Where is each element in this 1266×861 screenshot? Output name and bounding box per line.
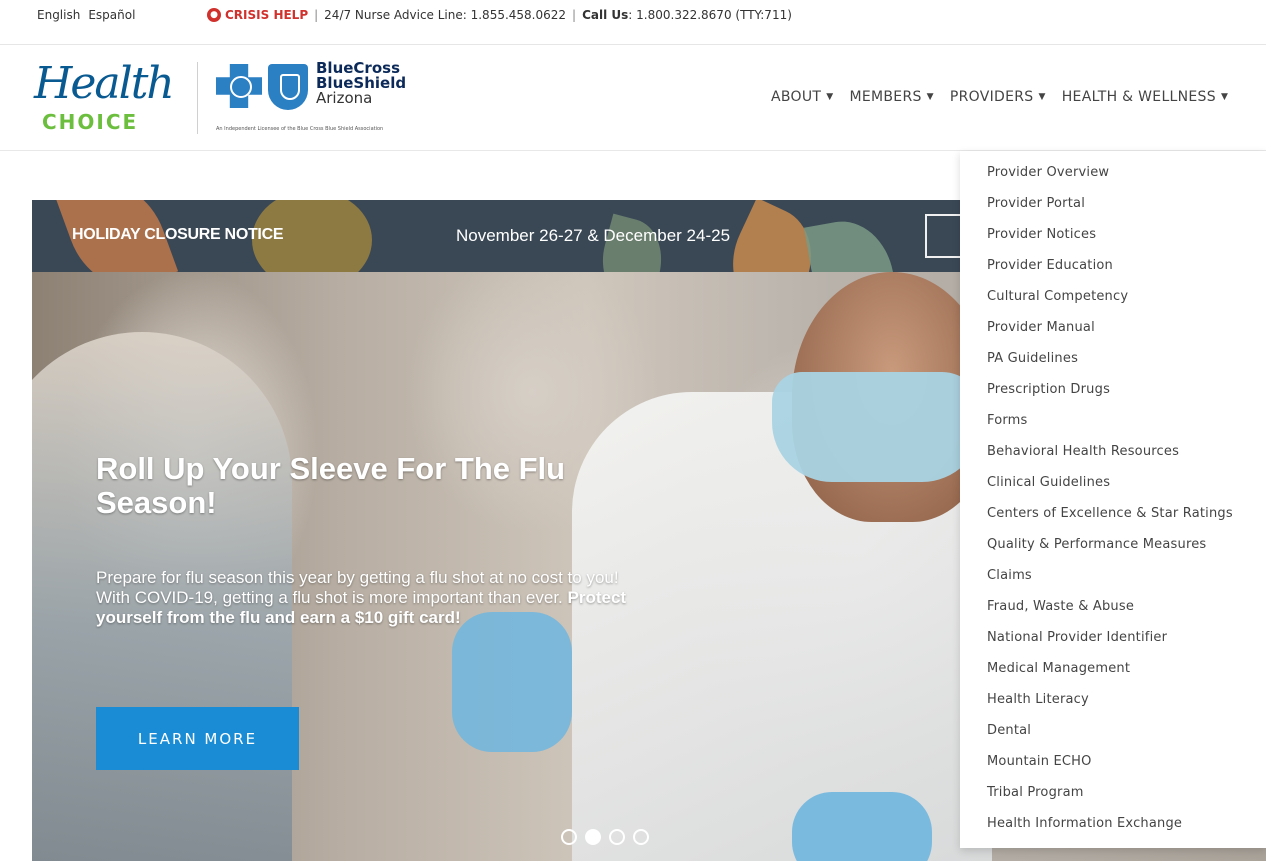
- menu-item-provider-overview[interactable]: Provider Overview: [960, 162, 1266, 193]
- call-us-number: : 1.800.322.8670 (TTY:711): [628, 8, 792, 22]
- logo-health-text: Health: [34, 58, 175, 109]
- bcbs-logo-text: BlueCross BlueShield Arizona: [316, 61, 406, 106]
- menu-item-pa-guidelines[interactable]: PA Guidelines: [960, 348, 1266, 379]
- menu-item-npi[interactable]: National Provider Identifier: [960, 627, 1266, 658]
- separator: |: [314, 8, 319, 22]
- glove: [792, 792, 932, 861]
- banner-frame-icon: [925, 214, 965, 258]
- providers-dropdown-menu: Provider Overview Provider Portal Provid…: [960, 151, 1266, 848]
- call-us-label: Call Us: [582, 8, 629, 22]
- menu-item-health-information-exchange[interactable]: Health Information Exchange: [960, 813, 1266, 844]
- caret-down-icon: ▼: [926, 92, 934, 102]
- bcbs-logo-marks: [216, 64, 308, 110]
- banner-title: HOLIDAY CLOSURE NOTICE: [72, 226, 284, 243]
- menu-item-quality-measures[interactable]: Quality & Performance Measures: [960, 534, 1266, 565]
- menu-item-fraud-waste-abuse[interactable]: Fraud, Waste & Abuse: [960, 596, 1266, 627]
- blue-shield-icon: [268, 64, 308, 110]
- bcbs-line-3: Arizona: [316, 89, 373, 107]
- menu-item-prescription-drugs[interactable]: Prescription Drugs: [960, 379, 1266, 410]
- nurse-line[interactable]: 24/7 Nurse Advice Line: 1.855.458.0622: [324, 8, 566, 22]
- menu-item-provider-portal[interactable]: Provider Portal: [960, 193, 1266, 224]
- menu-item-mountain-echo[interactable]: Mountain ECHO: [960, 751, 1266, 782]
- utility-bar: English Español ● CRISIS HELP | 24/7 Nur…: [0, 0, 1266, 44]
- nav-health-wellness[interactable]: HEALTH & WELLNESS ▼: [1062, 89, 1228, 105]
- carousel-dot-2[interactable]: [585, 829, 601, 845]
- menu-item-tribal-program[interactable]: Tribal Program: [960, 782, 1266, 813]
- nav-members[interactable]: MEMBERS ▼: [850, 89, 934, 105]
- hero-title: Roll Up Your Sleeve For The Flu Season!: [96, 451, 566, 520]
- separator: |: [572, 8, 577, 22]
- glove: [452, 612, 572, 752]
- lang-english[interactable]: English: [37, 8, 80, 22]
- carousel-dot-4[interactable]: [633, 829, 649, 845]
- menu-item-health-literacy[interactable]: Health Literacy: [960, 689, 1266, 720]
- caret-down-icon: ▼: [1038, 92, 1046, 102]
- health-choice-logo[interactable]: Health CHOICE: [30, 58, 180, 138]
- nav-providers[interactable]: PROVIDERS ▼: [950, 89, 1046, 105]
- bcbs-licensee-note: An Independent Licensee of the Blue Cros…: [216, 126, 384, 132]
- menu-item-medical-management[interactable]: Medical Management: [960, 658, 1266, 689]
- lifebuoy-icon: ●: [207, 8, 221, 22]
- hero-text-plain: Prepare for flu season this year by gett…: [96, 568, 619, 607]
- caret-down-icon: ▼: [826, 92, 834, 102]
- leaf-decoration: [803, 213, 901, 272]
- menu-item-clinical-guidelines[interactable]: Clinical Guidelines: [960, 472, 1266, 503]
- lang-espanol[interactable]: Español: [88, 8, 135, 22]
- contact-info: ● CRISIS HELP | 24/7 Nurse Advice Line: …: [207, 8, 792, 22]
- banner-dates: November 26-27 & December 24-25: [456, 226, 731, 245]
- menu-item-provider-notices[interactable]: Provider Notices: [960, 224, 1266, 255]
- language-switcher: English Español: [37, 8, 135, 22]
- logo-divider: [197, 62, 198, 134]
- menu-item-provider-manual[interactable]: Provider Manual: [960, 317, 1266, 348]
- call-us[interactable]: Call Us: 1.800.322.8670 (TTY:711): [582, 8, 792, 22]
- nav-about[interactable]: ABOUT ▼: [771, 89, 834, 105]
- menu-item-provider-education[interactable]: Provider Education: [960, 255, 1266, 286]
- menu-item-dental[interactable]: Dental: [960, 720, 1266, 751]
- learn-more-button[interactable]: LEARN MORE: [96, 707, 299, 770]
- menu-item-behavioral-health[interactable]: Behavioral Health Resources: [960, 441, 1266, 472]
- carousel-dot-3[interactable]: [609, 829, 625, 845]
- logo-choice-text: CHOICE: [42, 110, 139, 134]
- blue-cross-icon: [216, 64, 262, 108]
- carousel-dot-1[interactable]: [561, 829, 577, 845]
- nav-about-label: ABOUT: [771, 89, 822, 105]
- carousel-indicators: [561, 829, 649, 845]
- nav-providers-label: PROVIDERS: [949, 89, 1034, 105]
- divider: [0, 44, 1266, 45]
- menu-item-forms[interactable]: Forms: [960, 410, 1266, 441]
- main-nav: ABOUT ▼ MEMBERS ▼ PROVIDERS ▼ HEALTH & WELL…: [771, 89, 1244, 105]
- caret-down-icon: ▼: [1220, 92, 1229, 102]
- menu-item-cultural-competency[interactable]: Cultural Competency: [960, 286, 1266, 317]
- hero-description: Prepare for flu season this year by gett…: [96, 568, 636, 628]
- menu-item-claims[interactable]: Claims: [960, 565, 1266, 596]
- crisis-help-link[interactable]: ● CRISIS HELP: [207, 8, 308, 22]
- menu-item-centers-of-excellence[interactable]: Centers of Excellence & Star Ratings: [960, 503, 1266, 534]
- crisis-help-label: CRISIS HELP: [225, 8, 309, 22]
- nav-health-wellness-label: HEALTH & WELLNESS: [1061, 89, 1216, 105]
- face-mask: [772, 372, 982, 482]
- nav-members-label: MEMBERS: [849, 89, 922, 105]
